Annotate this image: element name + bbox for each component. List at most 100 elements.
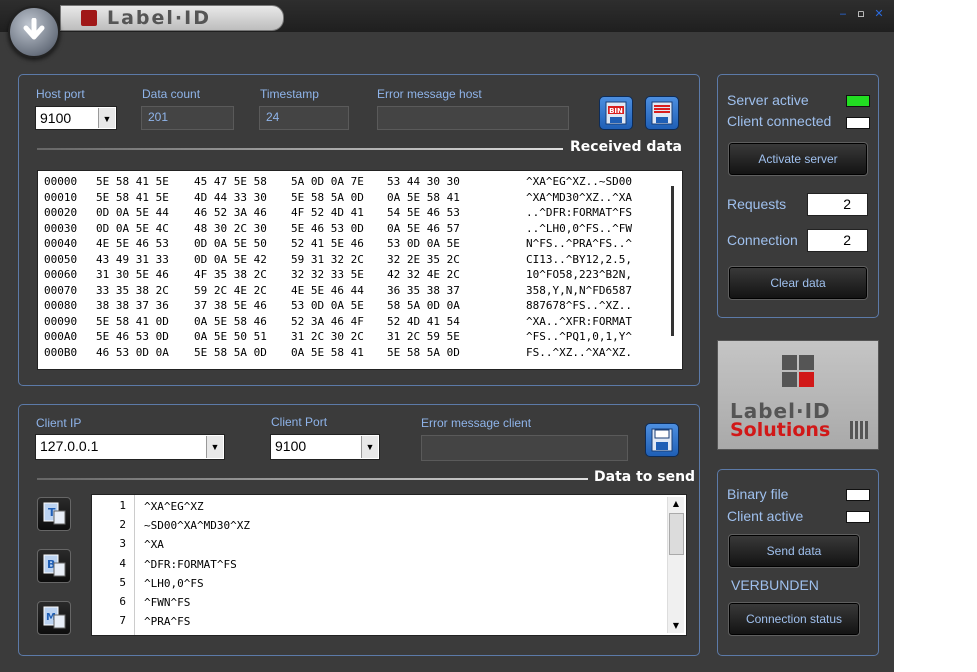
- client-ip-select[interactable]: 127.0.0.1 ▼: [35, 434, 225, 460]
- hex-bytes: 52 3A 46 4F: [291, 314, 364, 328]
- clear-data-button[interactable]: Clear data: [728, 266, 868, 300]
- client-active-label: Client active: [727, 508, 804, 524]
- received-scrollbar[interactable]: [671, 186, 674, 336]
- chevron-down-icon[interactable]: ▼: [206, 436, 223, 458]
- hex-bytes: 0A 5E 50 51: [194, 330, 267, 343]
- hex-bytes: 53 44 30 30: [387, 175, 460, 188]
- hex-bytes: 4F 52 4D 41: [291, 206, 364, 219]
- download-icon[interactable]: [8, 6, 60, 58]
- app-window: Label·ID ‒ ▫ ✕ Host port 9100 ▼ Data cou…: [0, 0, 894, 672]
- minimize-icon[interactable]: ‒: [837, 8, 849, 20]
- hex-bytes: 32 32 33 5E: [291, 268, 364, 281]
- hex-bytes: 31 30 5E 46: [96, 268, 169, 281]
- line-number: 1: [119, 499, 126, 512]
- chevron-down-icon[interactable]: ▼: [361, 436, 378, 458]
- client-connected-indicator: [846, 117, 870, 129]
- error-host-field: [377, 106, 569, 130]
- hex-bytes: 4E 5E 46 44: [291, 283, 364, 297]
- hex-ascii: ..^LH0,0^FS..^FW: [526, 221, 632, 235]
- hex-ascii: 358,Y,N,N^FD6587: [526, 283, 632, 297]
- binary-file-icon[interactable]: B: [37, 549, 71, 583]
- hex-bytes: 5E 58 5A 0D: [194, 345, 267, 359]
- scroll-down-icon[interactable]: ▼: [668, 619, 684, 633]
- hex-bytes: 0D 0A 5E 42: [194, 252, 267, 266]
- line-number: 6: [119, 595, 126, 608]
- hex-bytes: 5E 58 41 5E: [96, 175, 169, 188]
- hex-bytes: 31 2C 59 5E: [387, 330, 460, 343]
- editor-line[interactable]: ^LH0,0^FS: [144, 574, 204, 593]
- hex-ascii: ^XA^MD30^XZ..^XA: [526, 190, 632, 204]
- hex-bytes: 46 53 0D 0A: [96, 345, 169, 359]
- editor-line[interactable]: ^XA: [144, 535, 164, 554]
- client-port-select[interactable]: 9100 ▼: [270, 434, 380, 460]
- error-host-label: Error message host: [377, 87, 482, 101]
- send-divider: [37, 478, 588, 480]
- client-ip-label: Client IP: [36, 416, 82, 430]
- hex-bytes: 43 49 31 33: [96, 252, 169, 266]
- received-data-view[interactable]: 00000 5E 58 41 5E 45 47 5E 58 5A 0D 0A 7E 53…: [37, 170, 683, 370]
- hex-bytes: 54 5E 46 53: [387, 206, 460, 219]
- received-data-title: Received data: [570, 139, 682, 155]
- hex-address: 000A0: [44, 330, 78, 343]
- editor-scrollbar[interactable]: ▲ ▼: [667, 497, 684, 633]
- puzzle-icon: [782, 355, 814, 387]
- editor-line[interactable]: ~SD00^XA^MD30^XZ: [144, 516, 250, 535]
- hex-ascii: 887678^FS..^XZ..: [526, 299, 632, 312]
- hex-address: 00020: [44, 206, 78, 219]
- hex-address: 00060: [44, 268, 78, 281]
- hex-bytes: 53 0D 0A 5E: [291, 299, 364, 312]
- hex-bytes: 46 52 3A 46: [194, 206, 267, 219]
- scroll-up-icon[interactable]: ▲: [668, 497, 684, 511]
- text-file-icon[interactable]: T: [37, 497, 71, 531]
- hex-address: 00080: [44, 299, 78, 312]
- hex-bytes: 31 2C 30 2C: [291, 330, 364, 343]
- connection-state-text: VERBUNDEN: [731, 577, 819, 593]
- mixed-file-icon[interactable]: M: [37, 601, 71, 635]
- qr-code-icon: [850, 421, 868, 439]
- editor-line[interactable]: ^PRA^FS: [144, 612, 190, 631]
- binary-file-indicator: [846, 489, 870, 501]
- save-text-button[interactable]: [645, 96, 679, 130]
- hex-ascii: FS..^XZ..^XA^XZ.: [526, 345, 632, 359]
- hex-ascii: 10^FO58,223^B2N,: [526, 268, 632, 281]
- timestamp-field: 24: [259, 106, 349, 130]
- line-number: 8: [92, 633, 126, 635]
- editor-line[interactable]: ^FWN^FS: [144, 593, 190, 612]
- hex-bytes: 5E 46 53 0D: [291, 221, 364, 235]
- hex-bytes: 0A 5E 58 41: [291, 345, 364, 359]
- send-data-button[interactable]: Send data: [728, 534, 860, 568]
- editor-line[interactable]: ^DFR:FORMAT^FS: [144, 555, 237, 574]
- hex-bytes: 33 35 38 2C: [96, 283, 169, 297]
- line-number: 7: [119, 614, 126, 628]
- hex-bytes: 0D 0A 5E 4C: [96, 221, 169, 235]
- line-number: 5: [119, 575, 126, 589]
- host-port-select[interactable]: 9100 ▼: [35, 106, 117, 130]
- server-active-label: Server active: [727, 92, 809, 108]
- hex-address: 00030: [44, 221, 78, 235]
- save-send-button[interactable]: [645, 423, 679, 457]
- scroll-thumb[interactable]: [669, 513, 684, 555]
- hex-bytes: 0D 0A 5E 50: [194, 237, 267, 250]
- hex-bytes: 53 0D 0A 5E: [387, 237, 460, 250]
- hex-bytes: 38 38 37 36: [96, 299, 169, 312]
- activate-server-button[interactable]: Activate server: [728, 142, 868, 176]
- editor-line[interactable]: ^XA^EG^XZ: [144, 497, 204, 516]
- hex-bytes: 5A 0D 0A 7E: [291, 175, 364, 188]
- chevron-down-icon[interactable]: ▼: [98, 108, 115, 128]
- maximize-icon[interactable]: ▫: [855, 8, 867, 20]
- title-plate: Label·ID: [60, 5, 284, 31]
- hex-address: 00090: [44, 314, 78, 328]
- save-bin-button[interactable]: BIN: [599, 96, 633, 130]
- client-ip-value: 127.0.0.1: [40, 438, 99, 454]
- save-text-icon: [651, 101, 673, 125]
- received-divider: [37, 148, 563, 150]
- connection-status-button[interactable]: Connection status: [728, 602, 860, 636]
- hex-bytes: 36 35 38 37: [387, 283, 460, 297]
- hex-ascii: ^XA..^XFR:FORMAT: [526, 314, 632, 328]
- close-icon[interactable]: ✕: [873, 8, 885, 20]
- send-data-editor[interactable]: ▲ ▼ 1 ^XA^EG^XZ 2 ~SD00^XA^MD30^XZ 3 ^XA 4 ^DFR…: [91, 494, 687, 636]
- hex-bytes: 59 2C 4E 2C: [194, 283, 267, 297]
- host-port-label: Host port: [36, 87, 85, 101]
- hex-address: 00070: [44, 283, 78, 297]
- hex-bytes: 5E 58 5A 0D: [291, 190, 364, 204]
